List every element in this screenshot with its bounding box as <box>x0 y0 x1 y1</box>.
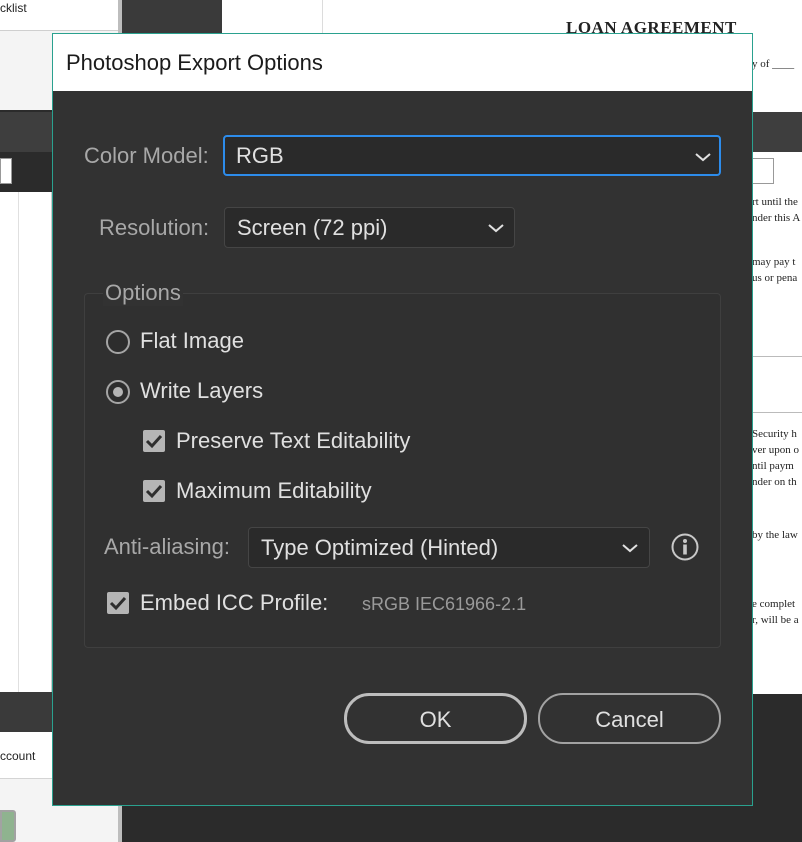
maximum-editability-checkbox[interactable] <box>143 480 165 502</box>
background-left-dark-strip <box>0 692 52 732</box>
dialog-titlebar[interactable]: Photoshop Export Options <box>53 34 752 91</box>
flat-image-label[interactable]: Flat Image <box>140 328 244 354</box>
flat-image-radio[interactable] <box>106 330 130 354</box>
background-left-panel <box>0 192 52 692</box>
background-tab[interactable]: cklist <box>0 0 118 31</box>
background-doc-line: ntil paym <box>752 460 794 472</box>
info-icon[interactable] <box>671 533 699 561</box>
resolution-select[interactable]: Screen (72 ppi) <box>224 207 515 248</box>
background-table-rule <box>752 356 802 357</box>
color-model-value: RGB <box>236 143 284 168</box>
background-table-rule <box>752 412 802 413</box>
anti-aliasing-select[interactable]: Type Optimized (Hinted) <box>248 527 650 568</box>
background-document-top: LOAN AGREEMENT <box>222 0 802 37</box>
background-doc-line: ver upon o <box>752 444 800 456</box>
checkmark-icon <box>109 596 127 611</box>
background-doc-line: may pay t <box>752 256 796 268</box>
background-left-rule <box>18 192 19 692</box>
anti-aliasing-value: Type Optimized (Hinted) <box>261 535 499 560</box>
background-doc-line: by the law <box>752 529 798 541</box>
chevron-down-icon <box>488 224 504 233</box>
background-right-field[interactable] <box>752 158 774 184</box>
write-layers-radio[interactable] <box>106 380 130 404</box>
anti-aliasing-label: Anti-aliasing: <box>104 534 230 559</box>
background-doc-line: Security h <box>752 428 797 440</box>
background-left-field[interactable] <box>0 158 12 184</box>
background-doc-line: nder this A <box>752 212 801 224</box>
ok-button[interactable]: OK <box>344 693 527 744</box>
embed-icc-checkbox[interactable] <box>107 592 129 614</box>
background-right-toolbar <box>752 112 802 152</box>
checkmark-icon <box>145 484 163 499</box>
chevron-down-icon <box>622 544 638 553</box>
preserve-text-checkbox[interactable] <box>143 430 165 452</box>
options-group: Options Flat Image Write Layers Preserve… <box>84 280 721 648</box>
background-tab-label: cklist <box>0 1 27 15</box>
background-green-button[interactable] <box>0 810 16 842</box>
background-toolbar-strip <box>122 0 222 34</box>
background-left-toolbar <box>0 112 52 152</box>
cancel-button[interactable]: Cancel <box>538 693 721 744</box>
chevron-down-icon <box>695 153 711 162</box>
export-options-dialog: Photoshop Export Options Color Model: RG… <box>52 33 753 806</box>
checkmark-icon <box>145 434 163 449</box>
background-account-label: ccount <box>0 749 36 763</box>
background-doc-line: r, will be a <box>752 614 799 626</box>
background-doc-line: y of ____ <box>752 58 795 70</box>
color-model-select[interactable]: RGB <box>223 135 721 176</box>
options-legend: Options <box>103 280 183 306</box>
background-doc-line: rt until the <box>752 196 798 208</box>
dialog-title: Photoshop Export Options <box>66 50 323 75</box>
maximum-editability-label[interactable]: Maximum Editability <box>176 478 372 504</box>
resolution-value: Screen (72 ppi) <box>237 215 388 240</box>
preserve-text-label[interactable]: Preserve Text Editability <box>176 428 410 454</box>
embed-icc-label[interactable]: Embed ICC Profile: <box>140 590 328 616</box>
write-layers-label[interactable]: Write Layers <box>140 378 263 404</box>
icc-profile-value: sRGB IEC61966-2.1 <box>362 594 527 614</box>
background-doc-line: nder on th <box>752 476 797 488</box>
resolution-label: Resolution: <box>99 215 210 240</box>
color-model-label: Color Model: <box>84 143 209 168</box>
background-doc-line: e complet <box>752 598 796 610</box>
ok-button-label: OK <box>419 707 452 732</box>
radio-selected-dot <box>113 387 123 397</box>
background-doc-line: us or pena <box>752 272 798 284</box>
cancel-button-label: Cancel <box>595 707 664 732</box>
